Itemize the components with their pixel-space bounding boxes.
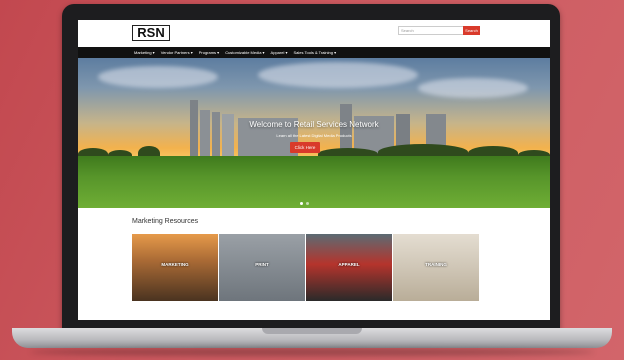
card-label: APPAREL — [338, 262, 360, 267]
laptop-notch — [262, 328, 362, 334]
browser-screen: RSN Search Search Marketing ▾ Vendor Par… — [78, 20, 550, 320]
resource-cards: MARKETING PRINT APPAREL TRAINING — [132, 234, 479, 301]
slider-dot-2[interactable] — [306, 202, 309, 205]
logo-text: RSN — [137, 25, 165, 40]
site-header: RSN Search Search — [78, 20, 550, 47]
card-training[interactable]: TRAINING — [393, 234, 479, 301]
section-title: Marketing Resources — [132, 218, 199, 225]
hero-cta-button[interactable]: Click Here — [290, 142, 320, 153]
card-label: TRAINING — [425, 262, 447, 267]
search-input[interactable]: Search — [398, 26, 464, 35]
nav-item-sales-tools[interactable]: Sales Tools & Training ▾ — [293, 47, 336, 58]
card-apparel[interactable]: APPAREL — [306, 234, 392, 301]
card-print[interactable]: PRINT — [219, 234, 305, 301]
nav-item-customizable-media[interactable]: Customizable Media ▾ — [225, 47, 264, 58]
nav-item-programs[interactable]: Programs ▾ — [199, 47, 219, 58]
hero-banner: Welcome to Retail Services Network Learn… — [78, 58, 550, 208]
hero-field-image — [78, 156, 550, 208]
site-logo[interactable]: RSN — [132, 25, 170, 41]
hero-subtitle: Learn all the Latest Digital Media Produ… — [276, 133, 352, 138]
nav-item-vendor-partners[interactable]: Vendor Partners ▾ — [161, 47, 193, 58]
hero-title: Welcome to Retail Services Network — [249, 120, 379, 129]
nav-item-marketing[interactable]: Marketing ▾ — [134, 47, 155, 58]
slider-dot-1[interactable] — [300, 202, 303, 205]
laptop-shadow — [30, 348, 594, 356]
nav-item-apparel[interactable]: Apparel ▾ — [271, 47, 288, 58]
main-nav: Marketing ▾ Vendor Partners ▾ Programs ▾… — [78, 47, 550, 58]
card-label: MARKETING — [161, 262, 189, 267]
card-marketing[interactable]: MARKETING — [132, 234, 218, 301]
search-button[interactable]: Search — [463, 26, 480, 35]
card-label: PRINT — [255, 262, 269, 267]
slider-dots — [300, 202, 309, 205]
